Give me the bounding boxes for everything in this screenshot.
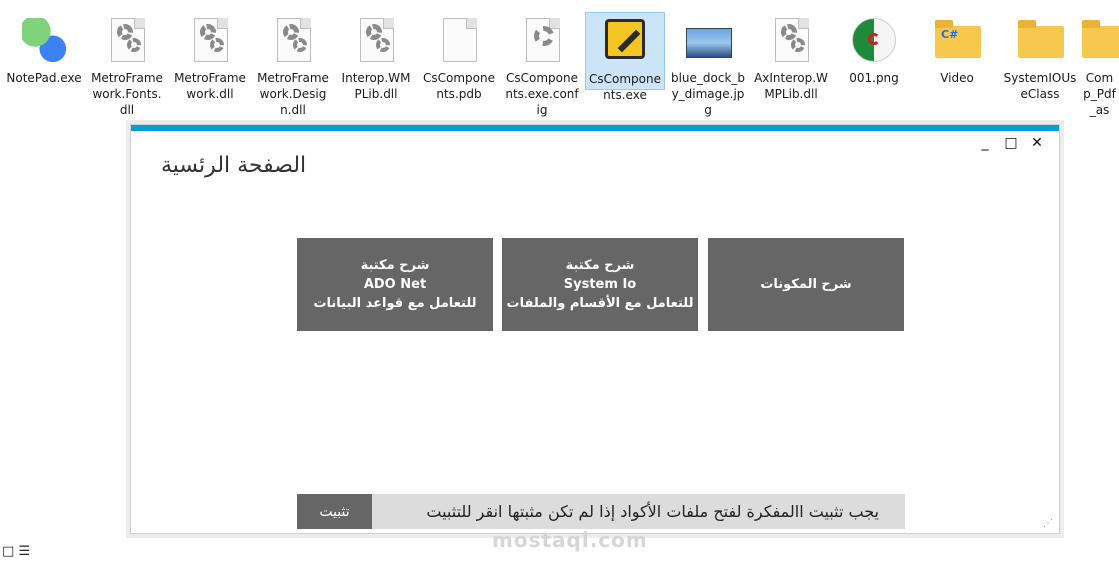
desktop-icon-video-folder[interactable]: C# Video — [917, 12, 997, 124]
tile-line: للتعامل مع الأقسام والملفات — [506, 296, 694, 311]
icon-label: CsComponents.exe.config — [505, 71, 579, 117]
icon-label: MetroFramework.Fonts.dll — [91, 71, 163, 117]
desktop-icon-systemiouseclass-folder[interactable]: SystemIOUseClass — [1000, 12, 1080, 124]
tile-line: ADO Net — [363, 277, 427, 292]
blank-file-icon — [443, 18, 477, 62]
notepad-exe-icon — [22, 18, 66, 62]
install-bar: تثبيت يجب تثبيت االمفكرة لفتح ملفات الأك… — [297, 494, 905, 529]
icon-label: Video — [940, 71, 974, 85]
app-window: _ □ ✕ الصفحة الرئسية شرح المكونات شرح مك… — [130, 124, 1060, 534]
tile-system-io[interactable]: شرح مكتبة System Io للتعامل مع الأقسام و… — [502, 238, 698, 331]
icon-label: 001.png — [849, 71, 899, 85]
tile-line: للتعامل مع قواعد البيانات — [313, 296, 477, 311]
icon-label: NotePad.exe — [6, 71, 82, 85]
close-button[interactable]: ✕ — [1027, 135, 1047, 151]
desktop-icon-notepad-exe[interactable]: NotePad.exe — [4, 12, 84, 124]
tile-components[interactable]: شرح المكونات — [708, 238, 904, 331]
page-title: الصفحة الرئسية — [161, 153, 307, 178]
tile-line: شرح المكونات — [760, 277, 852, 292]
folder-icon — [1018, 20, 1064, 58]
folder-icon: C# — [935, 20, 981, 58]
desktop-icon-comp-pdf-folder[interactable]: Comp_Pdf_as — [1080, 12, 1119, 124]
desktop-icon-axinterop-wmplib[interactable]: AxInterop.WMPLib.dll — [751, 12, 831, 124]
icon-label: MetroFramework.Design.dll — [257, 71, 329, 117]
desktop-icon-metroframework-fonts[interactable]: MetroFramework.Fonts.dll — [87, 12, 167, 124]
icon-label: MetroFramework.dll — [174, 71, 246, 101]
minimize-button[interactable]: _ — [975, 135, 995, 151]
folder-badge: C# — [941, 28, 959, 41]
tile-line: شرح مكتبة — [360, 258, 430, 273]
desktop-icon-interop-wmplib[interactable]: Interop.WMPLib.dll — [336, 12, 416, 124]
tile-ado-net[interactable]: شرح مكتبة ADO Net للتعامل مع قواعد البيا… — [297, 238, 493, 331]
algeria-flag-icon — [852, 18, 896, 62]
watermark: mostaql.com — [492, 528, 648, 552]
maximize-button[interactable]: □ — [1001, 135, 1021, 151]
icon-label: CsComponents.exe — [589, 72, 661, 102]
install-message: يجب تثبيت االمفكرة لفتح ملفات الأكواد إذ… — [426, 502, 879, 521]
icon-label: CsComponents.pdb — [423, 71, 495, 101]
folder-icon — [1082, 20, 1119, 58]
tile-line: شرح مكتبة — [565, 258, 635, 273]
resize-grip-icon[interactable]: ⋰ — [1043, 518, 1053, 529]
pencil-exe-icon — [605, 19, 645, 59]
desktop-icon-metroframework[interactable]: MetroFramework.dll — [170, 12, 250, 124]
image-thumbnail-icon — [686, 28, 732, 58]
list-view-icon[interactable]: ☰ — [18, 544, 30, 559]
desktop-icon-cscomponents-pdb[interactable]: CsComponents.pdb — [419, 12, 499, 124]
icon-label: Comp_Pdf_as — [1083, 71, 1116, 117]
desktop-icons: NotePad.exe MetroFramework.Fonts.dll Met… — [0, 0, 1119, 125]
icon-label: blue_dock_by_dimage.jpg — [670, 71, 746, 117]
desktop-icon-cscomponents-config[interactable]: CsComponents.exe.config — [502, 12, 582, 124]
install-button[interactable]: تثبيت — [297, 494, 372, 529]
icon-label: Interop.WMPLib.dll — [341, 71, 411, 101]
icon-label: SystemIOUseClass — [1003, 71, 1077, 101]
desktop-icon-001-png[interactable]: 001.png — [834, 12, 914, 124]
details-view-icon[interactable]: □ — [2, 544, 14, 559]
desktop-icon-metroframework-design[interactable]: MetroFramework.Design.dll — [253, 12, 333, 124]
view-toggles: □ ☰ — [2, 544, 30, 559]
window-accent-bar — [131, 125, 1059, 131]
tile-line: System Io — [563, 277, 637, 292]
desktop-icon-cscomponents-exe[interactable]: CsComponents.exe — [585, 12, 665, 102]
desktop-icon-blue-dock-jpg[interactable]: blue_dock_by_dimage.jpg — [668, 12, 748, 124]
icon-label: AxInterop.WMPLib.dll — [754, 71, 828, 101]
